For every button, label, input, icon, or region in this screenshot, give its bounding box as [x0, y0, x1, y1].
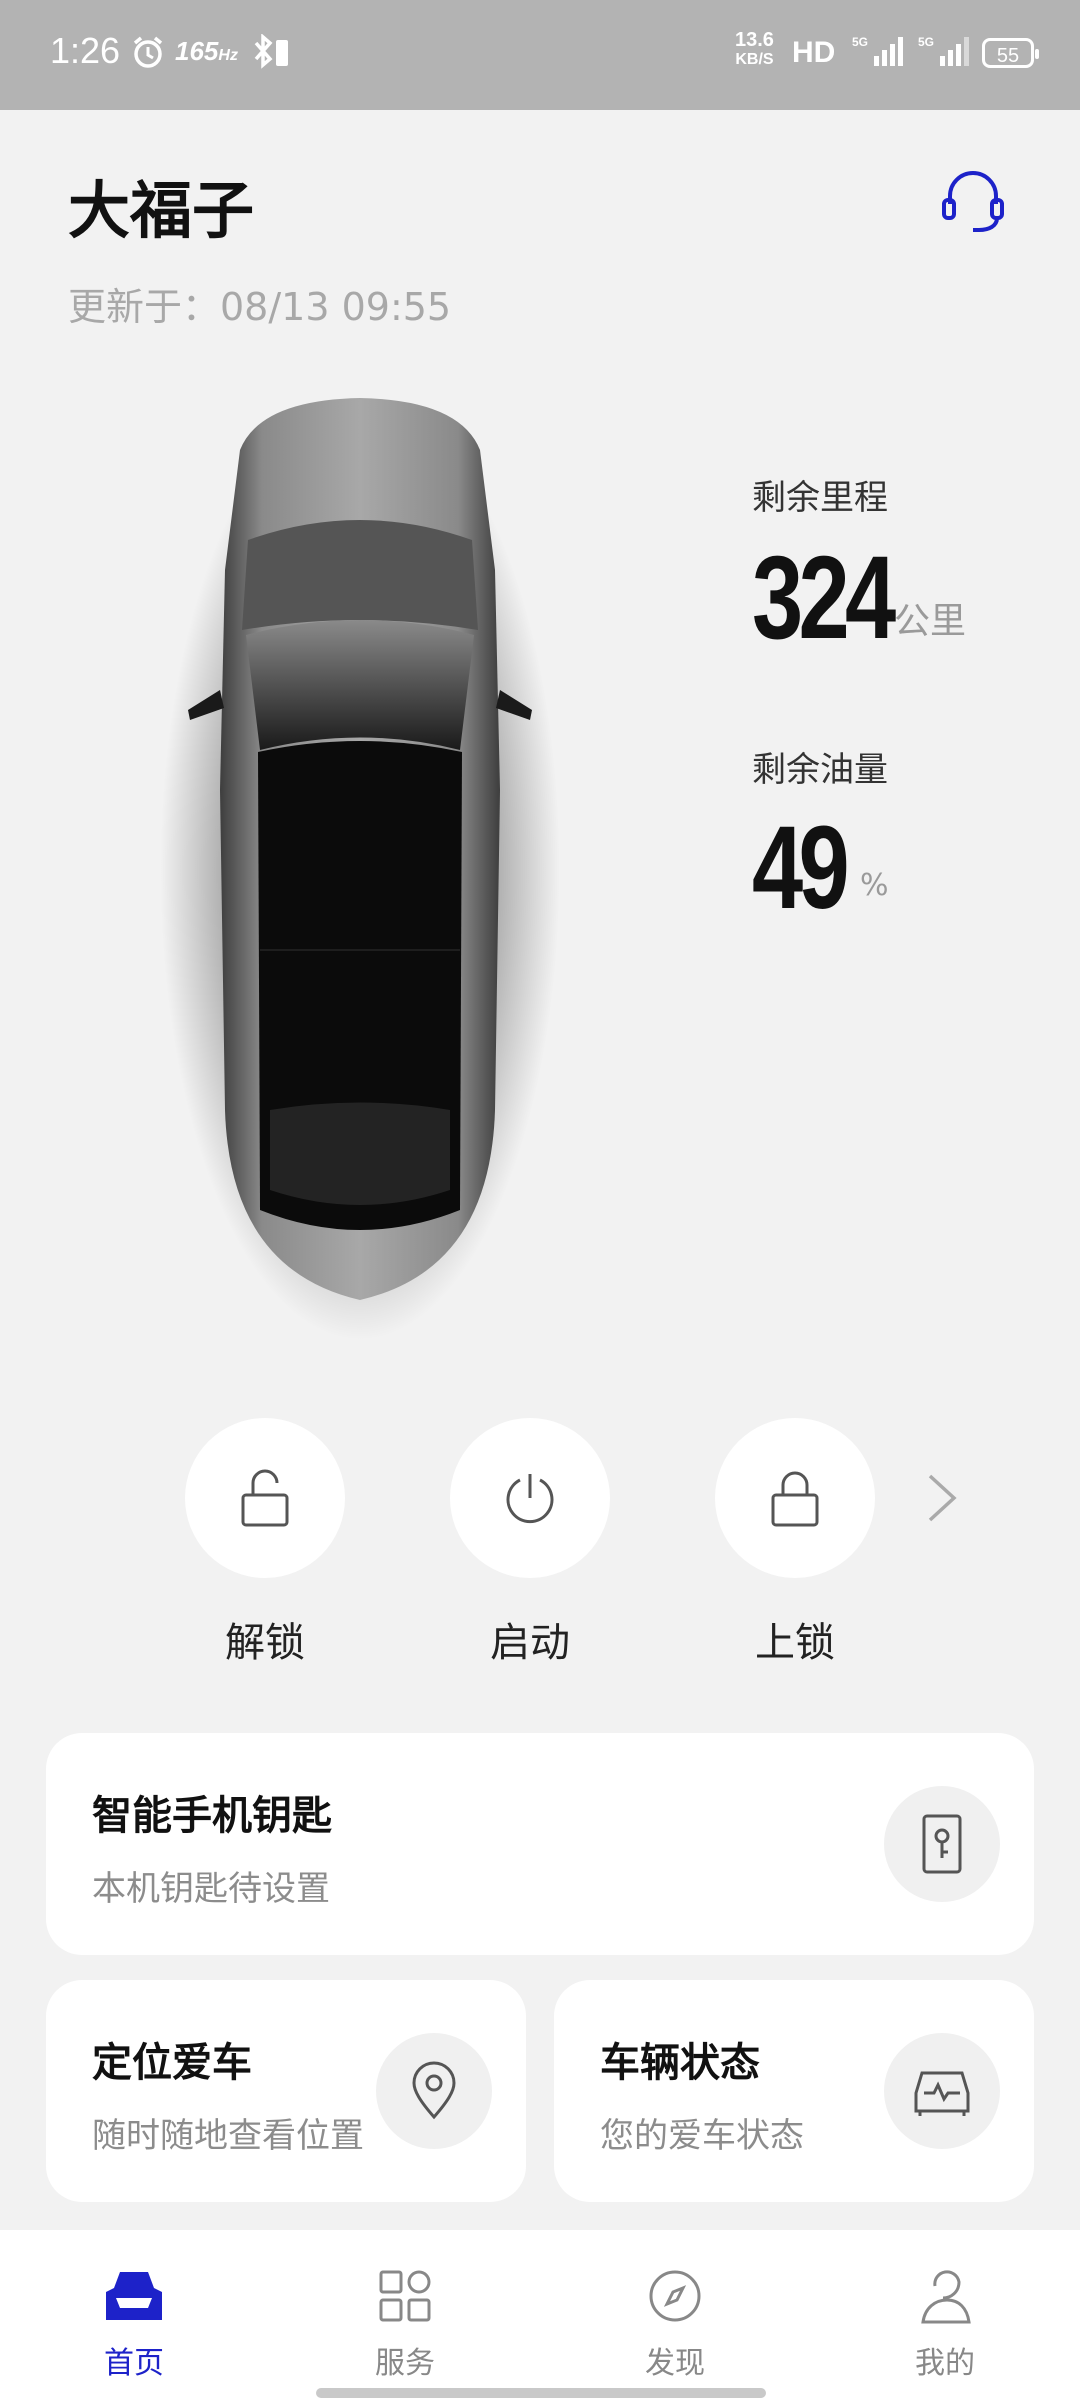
- key-icon: [922, 1814, 962, 1874]
- person-icon: [921, 2270, 971, 2324]
- chevron-right-icon[interactable]: [920, 1468, 966, 1528]
- signal-5g-icon: 5G: [852, 35, 903, 66]
- fuel-unit: %: [860, 868, 889, 903]
- svg-text:5G: 5G: [852, 35, 868, 49]
- nav-home[interactable]: 首页: [64, 2268, 204, 2382]
- headset-support-icon[interactable]: [938, 166, 1008, 236]
- phone-key-icon-wrap: [884, 1786, 1000, 1902]
- locate-icon-wrap: [376, 2033, 492, 2149]
- locate-car-card[interactable]: 定位爱车 随时随地查看位置: [46, 1980, 526, 2202]
- alarm-icon: [133, 36, 163, 68]
- lock-button[interactable]: [715, 1418, 875, 1578]
- vehicle-status-subtitle: 您的爱车状态: [600, 2116, 804, 2156]
- signal-5g-icon-2: 5G: [918, 35, 969, 66]
- update-timestamp: 更新于：08/13 09:55: [68, 285, 452, 329]
- vehicle-name: 大福子: [68, 174, 255, 247]
- start-label: 启动: [490, 1620, 570, 1666]
- power-icon: [506, 1474, 554, 1524]
- car-home-icon: [106, 2272, 162, 2320]
- status-time: 1:26: [50, 30, 121, 71]
- car-top-view-image: [160, 398, 560, 1340]
- phone-key-card[interactable]: 智能手机钥匙 本机钥匙待设置: [46, 1733, 1034, 1955]
- unlock-label: 解锁: [225, 1620, 305, 1666]
- home-indicator[interactable]: [316, 2388, 766, 2398]
- range-value: 324: [752, 532, 896, 664]
- nav-profile-label: 我的: [915, 2346, 975, 2381]
- lock-label: 上锁: [755, 1620, 835, 1666]
- phone-key-title: 智能手机钥匙: [92, 1793, 332, 1839]
- vehicle-status-title: 车辆状态: [600, 2040, 760, 2086]
- range-unit: 公里: [894, 601, 967, 642]
- hd-indicator: HD: [792, 36, 836, 69]
- vehicle-status-card[interactable]: 车辆状态 您的爱车状态: [554, 1980, 1034, 2202]
- car-status-icon: [914, 2071, 970, 2116]
- locate-car-title: 定位爱车: [92, 2040, 252, 2086]
- status-bar: 1:26 165Hz 13.6 KB/S HD 5G 5G 55: [0, 0, 1080, 110]
- vehicle-status-icon-wrap: [884, 2033, 1000, 2149]
- unlock-button[interactable]: [185, 1418, 345, 1578]
- svg-text:5G: 5G: [918, 35, 934, 49]
- grid-icon: [379, 2270, 431, 2322]
- fuel-label: 剩余油量: [752, 750, 888, 790]
- battery-indicator: 55: [982, 38, 1039, 68]
- nav-services-label: 服务: [375, 2346, 435, 2381]
- nav-profile[interactable]: 我的: [875, 2268, 1015, 2382]
- nav-home-label: 首页: [104, 2346, 164, 2381]
- network-speed: 13.6 KB/S: [735, 29, 774, 68]
- unlock-icon: [241, 1469, 289, 1527]
- bottom-nav: 首页 服务 发现 我的: [0, 2230, 1080, 2400]
- refresh-rate: 165Hz: [175, 36, 238, 66]
- lock-icon: [771, 1471, 819, 1527]
- phone-key-subtitle: 本机钥匙待设置: [92, 1869, 330, 1909]
- start-button[interactable]: [450, 1418, 610, 1578]
- location-pin-icon: [412, 2061, 456, 2120]
- fuel-value: 49: [752, 802, 850, 934]
- nav-services[interactable]: 服务: [335, 2268, 475, 2382]
- bluetooth-battery-icon: [254, 34, 288, 69]
- range-label: 剩余里程: [752, 478, 888, 518]
- nav-discover[interactable]: 发现: [605, 2268, 745, 2382]
- compass-icon: [649, 2270, 701, 2322]
- nav-discover-label: 发现: [645, 2346, 705, 2381]
- locate-car-subtitle: 随时随地查看位置: [92, 2116, 364, 2156]
